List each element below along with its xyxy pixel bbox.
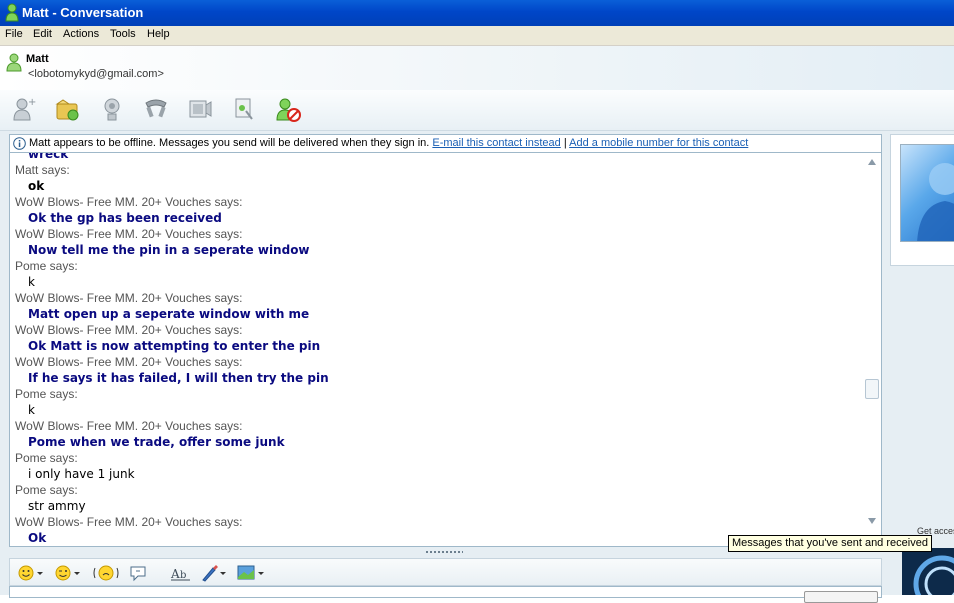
default-avatar-icon [917, 163, 954, 241]
message-text: ok [28, 179, 45, 193]
menu-file[interactable]: File [5, 28, 23, 40]
message-text: wreck [28, 152, 69, 161]
conversation-history[interactable]: wreck Matt says: ok WoW Blows- Free MM. 20+… [9, 152, 882, 547]
svg-text:+: + [28, 97, 36, 108]
message-sender: WoW Blows- Free MM. 20+ Vouches says: [15, 323, 243, 337]
nudge-icon[interactable] [92, 563, 120, 583]
message-input[interactable] [9, 586, 882, 598]
conversation-toolbar: + [0, 90, 954, 131]
contact-avatar[interactable] [900, 144, 954, 242]
message-sender: Pome says: [15, 387, 78, 401]
message-sender: WoW Blows- Free MM. 20+ Vouches says: [15, 515, 243, 529]
link-separator: | [563, 137, 567, 149]
info-icon [13, 137, 26, 150]
messenger-logo [902, 548, 954, 595]
emoticon-icon[interactable] [17, 563, 45, 583]
message-text: Matt open up a seperate window with me [28, 307, 310, 321]
messenger-logo-icon [913, 555, 954, 595]
font-icon[interactable]: Ab [170, 563, 192, 583]
send-files-icon[interactable] [54, 95, 82, 123]
message-text: str ammy [28, 499, 86, 513]
call-icon[interactable] [142, 95, 170, 123]
menu-actions[interactable]: Actions [63, 28, 99, 40]
invite-contact-icon[interactable]: + [10, 95, 38, 123]
menu-edit[interactable]: Edit [33, 28, 52, 40]
contact-header: Matt <lobotomykyd@gmail.com> [0, 46, 954, 90]
webcam-icon[interactable] [98, 95, 126, 123]
scroll-up-arrow-icon[interactable] [868, 159, 876, 165]
message-sender: WoW Blows- Free MM. 20+ Vouches says: [15, 419, 243, 433]
svg-text:b: b [180, 570, 186, 581]
menu-tools[interactable]: Tools [110, 28, 136, 40]
offline-notice: Matt appears to be offline. Messages you… [29, 137, 430, 149]
message-list: wreck Matt says: ok WoW Blows- Free MM. 20+… [10, 152, 865, 546]
title-bar[interactable]: Matt - Conversation [0, 0, 954, 26]
video-icon[interactable] [186, 95, 214, 123]
message-text: Now tell me the pin in a seperate window [28, 243, 310, 257]
message-sender: WoW Blows- Free MM. 20+ Vouches says: [15, 291, 243, 305]
wink-icon[interactable] [52, 563, 82, 583]
window-title: Matt - Conversation [22, 5, 144, 20]
offline-info-bar: Matt appears to be offline. Messages you… [9, 134, 882, 152]
message-sender: WoW Blows- Free MM. 20+ Vouches says: [15, 227, 243, 241]
display-picture-panel [890, 134, 954, 266]
message-sender: Matt says: [15, 163, 70, 177]
message-sender: Pome says: [15, 259, 78, 273]
voice-clip-icon[interactable] [128, 563, 150, 583]
contact-name[interactable]: Matt [26, 53, 49, 65]
activities-icon[interactable] [230, 95, 258, 123]
menu-bar: File Edit Actions Tools Help [0, 26, 954, 46]
message-text: i only have 1 junk [28, 467, 135, 481]
message-text: Ok Matt is now attempting to enter the p… [28, 339, 321, 353]
message-text: Ok the gp has been received [28, 211, 222, 225]
messenger-buddy-icon [5, 3, 19, 22]
send-button[interactable] [804, 591, 878, 603]
message-sender: Pome says: [15, 451, 78, 465]
message-text: If he says it has failed, I will then tr… [28, 371, 329, 385]
pane-splitter-handle[interactable] [425, 550, 463, 554]
block-icon[interactable] [274, 95, 302, 123]
message-sender: WoW Blows- Free MM. 20+ Vouches says: [15, 195, 243, 209]
add-mobile-link[interactable]: Add a mobile number for this contact [569, 137, 748, 149]
compose-toolbar: Ab [9, 558, 882, 586]
info-message: Matt appears to be offline. Messages you… [29, 135, 748, 151]
contact-status-icon [6, 53, 22, 72]
conversation-scrollbar[interactable] [864, 153, 881, 546]
email-contact-link[interactable]: E-mail this contact instead [432, 137, 560, 149]
history-tooltip: Messages that you've sent and received [728, 535, 932, 552]
scroll-down-arrow-icon[interactable] [868, 518, 876, 524]
message-text: Pome when we trade, offer some junk [28, 435, 285, 449]
svg-text:A: A [170, 567, 180, 581]
background-icon[interactable] [200, 563, 228, 583]
contact-email: <lobotomykyd@gmail.com> [28, 68, 164, 80]
message-text: k [28, 403, 35, 417]
message-sender: Pome says: [15, 483, 78, 497]
backgrounds-picture-icon[interactable] [236, 563, 266, 583]
menu-help[interactable]: Help [147, 28, 170, 40]
message-sender: WoW Blows- Free MM. 20+ Vouches says: [15, 355, 243, 369]
message-text: k [28, 275, 35, 289]
scrollbar-thumb[interactable] [865, 379, 879, 399]
